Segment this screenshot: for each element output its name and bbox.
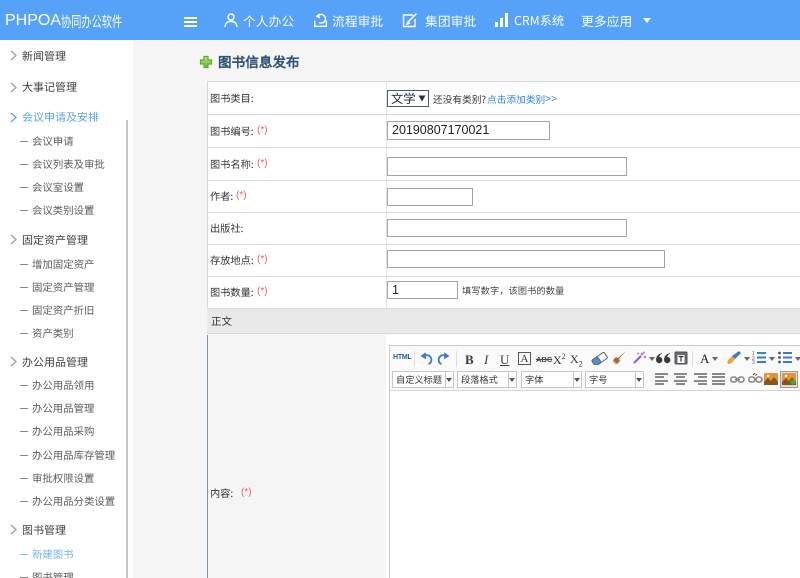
svg-text:3: 3 [752,360,755,364]
